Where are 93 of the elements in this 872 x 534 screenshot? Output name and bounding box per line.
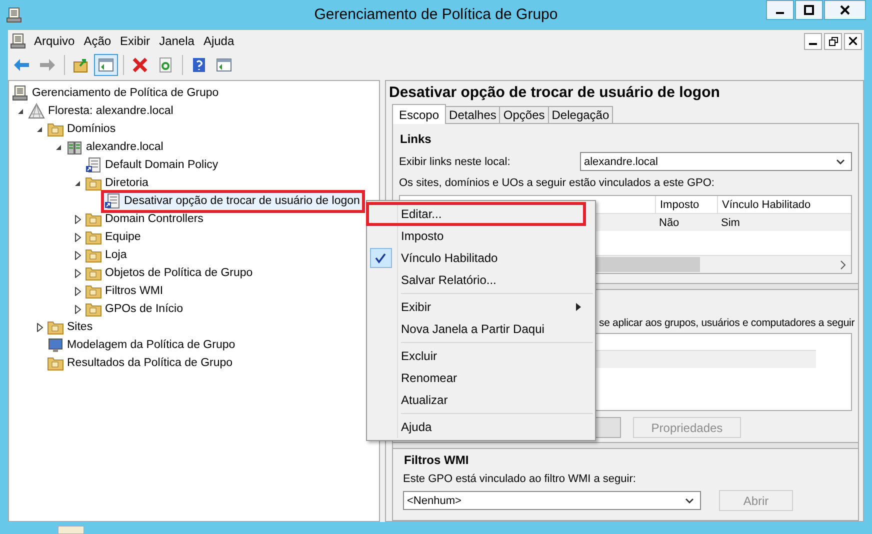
- folder-icon: [85, 175, 102, 191]
- tab[interactable]: Detalhes: [445, 106, 500, 123]
- collapsed-arrow-icon[interactable]: [74, 214, 80, 224]
- menu-item[interactable]: Ajuda: [201, 34, 242, 48]
- menu-item[interactable]: Janela: [157, 34, 202, 48]
- menu-item[interactable]: Salvar Relatório...: [367, 269, 595, 291]
- description-text: Os sites, domínios e UOs a seguir estão vinculados a este GPO:: [399, 177, 716, 189]
- menu-item[interactable]: Excluir: [367, 345, 595, 367]
- tab[interactable]: Delegação: [548, 106, 614, 123]
- folder-icon: [85, 211, 102, 227]
- details-title: Desativar opção de trocar de usuário de logon: [389, 84, 721, 103]
- tree-item[interactable]: Default Domain Policy: [105, 159, 218, 171]
- server-icon: [66, 139, 83, 155]
- document-icon: [85, 157, 102, 173]
- tree-item[interactable]: Objetos de Política de Grupo: [105, 267, 253, 279]
- collapsed-arrow-icon[interactable]: [74, 286, 80, 296]
- tree-item[interactable]: Floresta: alexandre.local: [48, 105, 174, 117]
- scroll-icon: [12, 85, 29, 101]
- minimize-button[interactable]: [766, 0, 794, 20]
- menu-item[interactable]: Ação: [82, 34, 118, 48]
- section-heading: Links: [400, 132, 432, 146]
- tree-item[interactable]: Sites: [67, 321, 93, 333]
- menu-item[interactable]: Editar...: [367, 203, 585, 225]
- tree-item[interactable]: Diretoria: [105, 177, 148, 189]
- menu-item[interactable]: Atualizar: [367, 389, 595, 411]
- close-button[interactable]: [844, 32, 862, 50]
- wmi-filter-dropdown[interactable]: <Nenhum>: [403, 491, 701, 510]
- menu-item[interactable]: Exibir: [118, 34, 158, 48]
- splitter-bar[interactable]: [393, 442, 858, 449]
- collapsed-arrow-icon[interactable]: [74, 268, 80, 278]
- expanded-arrow-icon[interactable]: [74, 180, 81, 186]
- field-label: Este GPO está vinculado ao filtro WMI a seguir:: [403, 473, 637, 485]
- expanded-arrow-icon[interactable]: [55, 144, 62, 150]
- close-icon: [849, 37, 857, 45]
- menu-item[interactable]: Ajuda: [367, 416, 595, 438]
- maximize-icon: [804, 5, 814, 15]
- column-header[interactable]: Imposto: [655, 196, 717, 213]
- maximize-button[interactable]: [795, 0, 823, 20]
- tree-item[interactable]: Domínios: [67, 123, 116, 135]
- collapsed-arrow-icon[interactable]: [74, 250, 80, 260]
- folder-icon: [85, 301, 102, 317]
- tab[interactable]: Opções: [499, 106, 549, 123]
- folder-icon: [47, 355, 64, 371]
- restore-button[interactable]: [824, 32, 842, 50]
- folder-icon: [85, 283, 102, 299]
- folder-icon: [85, 229, 102, 245]
- collapsed-arrow-icon[interactable]: [36, 322, 42, 332]
- tree-item[interactable]: Modelagem da Política de Grupo: [67, 339, 236, 351]
- window-title: Gerenciamento de Política de Grupo: [313, 6, 559, 23]
- tree-item[interactable]: Equipe: [105, 231, 141, 243]
- column-header[interactable]: Vínculo Habilitado: [717, 196, 847, 213]
- tree-item[interactable]: Domain Controllers: [105, 213, 204, 225]
- minimize-icon: [809, 42, 817, 44]
- pane-icon[interactable]: [94, 54, 118, 76]
- menu-item[interactable]: Exibir: [367, 296, 595, 318]
- table-cell-text: Não: [658, 216, 680, 228]
- collapsed-arrow-icon[interactable]: [74, 304, 80, 314]
- restore-icon: [828, 36, 838, 46]
- scroll-icon: [6, 7, 22, 23]
- tree-item[interactable]: Loja: [105, 249, 127, 261]
- expanded-arrow-icon[interactable]: [17, 108, 24, 114]
- folder-icon: [47, 319, 64, 335]
- location-dropdown[interactable]: alexandre.local: [580, 152, 852, 171]
- table-cell-text: Sim: [720, 216, 741, 228]
- chevron-down-icon: [836, 158, 845, 164]
- menu-item[interactable]: Renomear: [367, 367, 595, 389]
- minimize-icon: [776, 12, 784, 14]
- chevron-down-icon: [685, 498, 694, 504]
- minimize-button[interactable]: [804, 32, 822, 50]
- folder-icon: [85, 247, 102, 263]
- menu-item[interactable]: Vínculo Habilitado: [367, 247, 595, 269]
- menu-item[interactable]: Imposto: [367, 225, 595, 247]
- computer-icon: [47, 337, 64, 353]
- tree-item[interactable]: Gerenciamento de Política de Grupo: [32, 87, 219, 99]
- menu-item[interactable]: Nova Janela a Partir Daqui: [367, 318, 595, 340]
- tree-item[interactable]: GPOs de Início: [105, 303, 183, 315]
- menu-item[interactable]: Arquivo: [32, 34, 82, 48]
- triangle-icon: [28, 103, 45, 119]
- tree-item[interactable]: alexandre.local: [86, 141, 164, 153]
- folder-icon: [47, 121, 64, 137]
- close-icon: [840, 5, 850, 15]
- expanded-arrow-icon[interactable]: [36, 126, 43, 132]
- close-button[interactable]: [824, 0, 866, 20]
- chevron-right-icon[interactable]: [839, 260, 847, 270]
- tree-item[interactable]: Resultados da Política de Grupo: [67, 357, 233, 369]
- tree-item[interactable]: Filtros WMI: [105, 285, 164, 297]
- description-text: se aplicar aos grupos, usuários e computadores a seguir: [599, 317, 855, 329]
- folder-icon: [85, 265, 102, 281]
- scroll-icon: [10, 33, 26, 49]
- collapsed-arrow-icon[interactable]: [74, 232, 80, 242]
- section-heading: Filtros WMI: [404, 453, 470, 467]
- field-label: Exibir links neste local:: [399, 156, 510, 168]
- tab[interactable]: Escopo: [392, 104, 446, 124]
